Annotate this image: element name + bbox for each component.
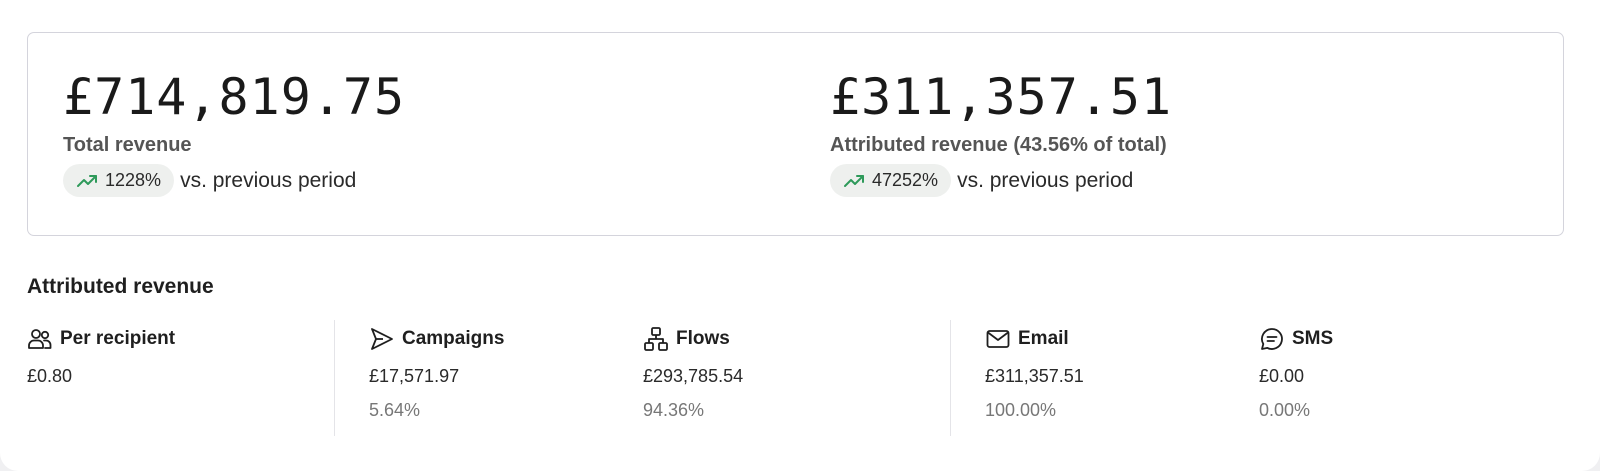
column-value: £293,785.54 [643, 366, 744, 386]
breakdown-flows: Flows £293,785.54 94.36% [643, 326, 743, 422]
column-title: Email [1018, 328, 1069, 349]
trend-up-icon [844, 174, 864, 187]
revenue-card: £714,819.75 Total revenue 1228% vs. prev… [0, 0, 1600, 471]
total-revenue-metric: £714,819.75 Total revenue 1228% vs. prev… [63, 69, 405, 197]
total-revenue-label: Total revenue [63, 134, 192, 156]
send-icon [371, 328, 393, 350]
total-revenue-change: 1228% vs. previous period [63, 164, 405, 197]
column-title: Per recipient [60, 328, 176, 349]
flows-icon [644, 327, 668, 351]
users-icon [28, 329, 52, 349]
attributed-revenue-label: Attributed revenue (43.56% of total) [830, 134, 1167, 156]
column-divider [334, 320, 335, 436]
trend-up-icon [77, 174, 97, 187]
section-title: Attributed revenue [27, 275, 214, 298]
total-revenue-amount: £714,819.75 [63, 68, 406, 126]
change-value: 1228% [105, 170, 162, 190]
column-value: £0.00 [1259, 366, 1305, 386]
column-value: £17,571.97 [369, 366, 460, 386]
column-percent: 94.36% [643, 400, 705, 420]
change-badge: 47252% [830, 164, 952, 197]
column-title: Campaigns [402, 328, 505, 349]
breakdown-per-recipient: Per recipient £0.80 [27, 326, 175, 388]
attributed-revenue-metric: £311,357.51 Attributed revenue (43.56% o… [830, 69, 1172, 197]
mail-icon [986, 330, 1010, 348]
revenue-summary-panel: £714,819.75 Total revenue 1228% vs. prev… [27, 32, 1564, 236]
breakdown-campaigns: Campaigns £17,571.97 5.64% [369, 326, 504, 422]
chat-icon [1261, 328, 1283, 350]
column-percent: 5.64% [369, 400, 421, 420]
comparison-text: vs. previous period [957, 168, 1134, 192]
change-value: 47252% [872, 170, 939, 190]
attributed-revenue-breakdown: Per recipient £0.80 Campaigns £17,571.97… [27, 320, 1567, 438]
column-title: SMS [1292, 328, 1334, 349]
column-value: £0.80 [27, 366, 73, 386]
column-percent: 0.00% [1259, 400, 1311, 420]
comparison-text: vs. previous period [180, 168, 357, 192]
breakdown-sms: SMS £0.00 0.00% [1259, 326, 1333, 422]
column-value: £311,357.51 [985, 366, 1084, 386]
change-badge: 1228% [63, 164, 175, 197]
column-percent: 100.00% [985, 400, 1057, 420]
column-title: Flows [676, 328, 730, 349]
attributed-revenue-change: 47252% vs. previous period [830, 164, 1172, 197]
column-divider [950, 320, 951, 436]
attributed-revenue-amount: £311,357.51 [830, 68, 1173, 126]
breakdown-email: Email £311,357.51 100.00% [985, 326, 1084, 422]
